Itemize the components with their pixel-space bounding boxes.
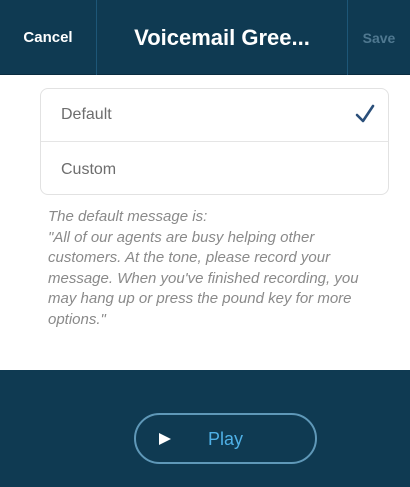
save-button[interactable]: Save (347, 0, 410, 75)
navigation-bar: Cancel Voicemail Gree... Save (0, 0, 410, 75)
option-default-label: Default (61, 106, 112, 123)
page-title: Voicemail Gree... (134, 24, 310, 50)
cancel-button[interactable]: Cancel (0, 0, 97, 75)
option-default[interactable]: Default (41, 89, 388, 142)
footer-bar: Play (0, 370, 410, 487)
check-icon (355, 104, 375, 123)
option-custom-label: Custom (61, 160, 117, 178)
play-label: Play (207, 429, 243, 449)
content-area: Default Custom The default message is: "… (0, 75, 410, 370)
option-custom[interactable]: Custom (41, 143, 388, 196)
greeting-options-list: Default Custom (40, 88, 389, 195)
message-heading: The default message is: (48, 208, 208, 225)
message-body: "All of our agents are busy helping othe… (48, 228, 359, 328)
default-message: The default message is: "All of our agen… (48, 207, 388, 330)
play-button[interactable]: Play (134, 413, 317, 464)
